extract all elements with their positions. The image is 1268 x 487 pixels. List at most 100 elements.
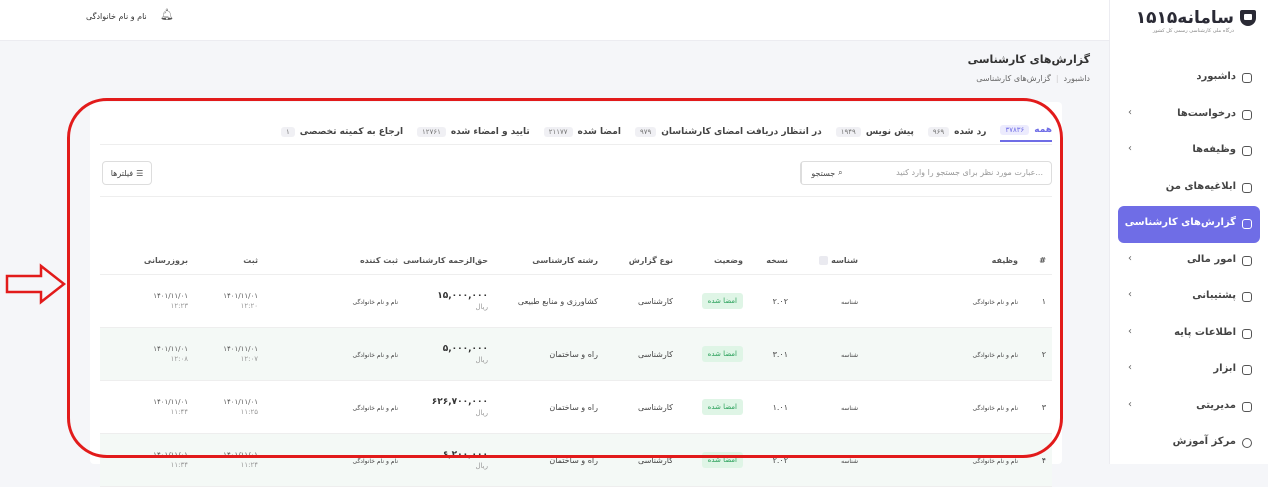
logo-mark-icon — [1240, 10, 1256, 26]
fee-amount: ۶۲۶,۷۰۰,۰۰۰ — [431, 397, 488, 407]
sidebar-item-label: اطلاعات پایه — [1174, 326, 1236, 338]
sidebar-item-tools[interactable]: ابزار ‹ — [1118, 352, 1260, 389]
status-badge: امضا شده — [701, 452, 743, 468]
table-row[interactable]: ۲ نام و نام خانوادگی شناسه ۳.۰۱ امضا شده… — [100, 327, 1052, 381]
sidebar-item-training[interactable]: مرکز آموزش — [1118, 425, 1260, 462]
user-name[interactable]: نام و نام خانوادگی — [86, 12, 147, 21]
breadcrumb-item[interactable]: داشبورد — [1064, 74, 1090, 83]
registered-date: ۱۴۰۱/۱۱/۰۱ — [223, 398, 258, 406]
expert-field: کشاورزی و منابع طبیعی — [494, 274, 604, 328]
row-index: ۳ — [1024, 380, 1052, 434]
tab-awaiting-signature[interactable]: در انتظار دریافت امضای کارشناسان ۹۷۹ — [634, 122, 822, 142]
toolbar-divider — [100, 196, 1052, 197]
tab-label: ارجاع به کمیته تخصصی — [299, 127, 404, 137]
fee-amount: ۵,۰۰۰,۰۰۰ — [442, 344, 488, 354]
tab-count: ۲۱۱۷۷ — [543, 127, 573, 137]
row-index: ۲ — [1024, 327, 1052, 381]
updated-date: ۱۴۰۱/۱۱/۰۱ — [153, 398, 188, 406]
col-field[interactable]: رشته کارشناسی — [494, 246, 604, 275]
column-settings-icon[interactable] — [819, 255, 829, 265]
chevron-left-icon: ‹ — [1128, 362, 1132, 373]
sidebar-item-tasks[interactable]: وظیفه‌ها ‹ — [1118, 133, 1260, 170]
registered-time: ۱۱:۲۵ — [240, 408, 258, 416]
col-id-label: شناسه — [831, 255, 858, 265]
task-name[interactable]: نام و نام خانوادگی — [972, 405, 1018, 412]
sidebar-item-label: ابزار — [1213, 363, 1236, 374]
clipboard-icon — [1242, 146, 1252, 156]
database-icon — [1242, 328, 1252, 339]
status-tabs: همه ۳۷۸۳۶ رد شده ۹۶۹ پیش نویس ۱۹۴۹ در انتظا… — [280, 122, 1052, 142]
logo[interactable]: ۱۵۱۵سامانه درگاه ملی کارشناسی رسمی کل کش… — [1126, 6, 1256, 40]
tools-icon — [1242, 365, 1252, 375]
tab-count: ۹۶۹ — [927, 127, 950, 137]
status-badge: امضا شده — [701, 346, 743, 362]
breadcrumb: داشبورد|گزارش‌های کارشناسی — [976, 74, 1090, 83]
task-name[interactable]: نام و نام خانوادگی — [972, 299, 1018, 306]
brand-name: ۱۵۱۵سامانه — [1135, 8, 1234, 28]
tab-label: همه — [1034, 124, 1052, 135]
registered-date: ۱۴۰۱/۱۱/۰۱ — [223, 345, 258, 353]
table-row[interactable]: ۴ نام و نام خانوادگی شناسه ۲.۰۲ امضا شده… — [100, 433, 1052, 487]
sidebar: ۱۵۱۵سامانه درگاه ملی کارشناسی رسمی کل کش… — [1109, 0, 1268, 464]
search-button-label: جستجو — [811, 168, 836, 178]
registered-time: ۱۲:۲۰ — [240, 302, 258, 310]
sidebar-item-base-info[interactable]: اطلاعات پایه ‹ — [1118, 316, 1260, 353]
tab-label: رد شده — [954, 127, 987, 137]
task-name[interactable]: نام و نام خانوادگی — [972, 352, 1018, 359]
tab-approved-signed[interactable]: تایید و امضاء شده ۱۲۷۶۱ — [417, 122, 530, 142]
updated-date: ۱۴۰۱/۱۱/۰۱ — [153, 451, 188, 459]
filters-button[interactable]: فیلترها ☰ — [102, 161, 152, 185]
version: ۳.۰۱ — [749, 327, 794, 381]
status-badge: امضا شده — [701, 293, 743, 309]
expert-field: راه و ساختمان — [494, 380, 604, 434]
search-input[interactable]: عبارت مورد نظر برای جستجو را وارد کنید..… — [896, 168, 1043, 177]
registered-time: ۱۲:۰۷ — [240, 355, 258, 363]
sidebar-item-finance[interactable]: امور مالی ‹ — [1118, 243, 1260, 280]
col-registered[interactable]: ثبت — [194, 246, 264, 275]
tab-signed[interactable]: امضا شده ۲۱۱۷۷ — [543, 122, 621, 142]
tab-count: ۱۲۷۶۱ — [417, 127, 446, 137]
task-name[interactable]: نام و نام خانوادگی — [972, 458, 1018, 465]
tab-referred-committee[interactable]: ارجاع به کمیته تخصصی ۱ — [280, 122, 404, 142]
col-id[interactable]: شناسه — [794, 246, 864, 275]
bell-icon[interactable]: 🔔︎ — [160, 8, 174, 21]
col-task[interactable]: وظیفه — [864, 246, 1024, 275]
sidebar-item-support[interactable]: پشتیبانی ‹ — [1118, 279, 1260, 316]
sidebar-item-management[interactable]: مدیریتی ‹ — [1118, 389, 1260, 426]
col-fee[interactable]: حق‌الزحمه کارشناسی — [403, 246, 494, 275]
sidebar-item-requests[interactable]: درخواست‌ها ‹ — [1118, 97, 1260, 134]
registrar-name: نام و نام خانوادگی — [352, 351, 398, 359]
message-icon — [1242, 182, 1252, 193]
version: ۲.۰۲ — [749, 274, 794, 328]
bank-icon — [1242, 255, 1252, 266]
report-type: کارشناسی — [604, 433, 679, 487]
col-type[interactable]: نوع گزارش — [604, 246, 679, 275]
sidebar-item-label: داشبورد — [1196, 71, 1236, 82]
sidebar-item-label: امور مالی — [1187, 253, 1236, 265]
col-version[interactable]: نسخه — [749, 246, 794, 275]
page-title: گزارش‌های کارشناسی — [967, 53, 1090, 66]
sidebar-nav: داشبورد درخواست‌ها ‹ وظیفه‌ها ‹ ابلاغیه‌ها… — [1110, 60, 1268, 462]
tab-label: امضا شده — [577, 127, 621, 137]
sidebar-item-reports[interactable]: گزارش‌های کارشناسی — [1118, 206, 1260, 243]
tab-label: پیش نویس — [865, 127, 914, 137]
col-status[interactable]: وضعیت — [679, 246, 749, 275]
sidebar-item-label: وظیفه‌ها — [1192, 144, 1236, 155]
col-registrar[interactable]: ثبت کننده — [264, 246, 404, 275]
fee-unit: ریال — [475, 409, 488, 417]
sidebar-item-notices[interactable]: ابلاغیه‌های من — [1118, 170, 1260, 207]
updated-date: ۱۴۰۱/۱۱/۰۱ — [153, 292, 188, 300]
updated-time: ۱۲:۲۳ — [170, 302, 188, 310]
breadcrumb-item: گزارش‌های کارشناسی — [976, 74, 1051, 83]
tab-all[interactable]: همه ۳۷۸۳۶ — [1000, 122, 1052, 142]
table-row[interactable]: ۳ نام و نام خانوادگی شناسه ۱.۰۱ امضا شده… — [100, 380, 1052, 434]
sidebar-item-dashboard[interactable]: داشبورد — [1118, 60, 1260, 97]
table-row[interactable]: ۱ نام و نام خانوادگی شناسه ۲.۰۲ امضا شده… — [100, 274, 1052, 328]
row-index: ۱ — [1024, 274, 1052, 328]
tab-count: ۱ — [280, 127, 295, 137]
col-updated[interactable]: بروزرسانی — [100, 246, 194, 275]
tab-draft[interactable]: پیش نویس ۱۹۴۹ — [835, 122, 914, 142]
tab-rejected[interactable]: رد شده ۹۶۹ — [927, 122, 987, 142]
registrar-name: نام و نام خانوادگی — [352, 404, 398, 412]
search-button[interactable]: جستجو ⌕ — [801, 162, 852, 184]
